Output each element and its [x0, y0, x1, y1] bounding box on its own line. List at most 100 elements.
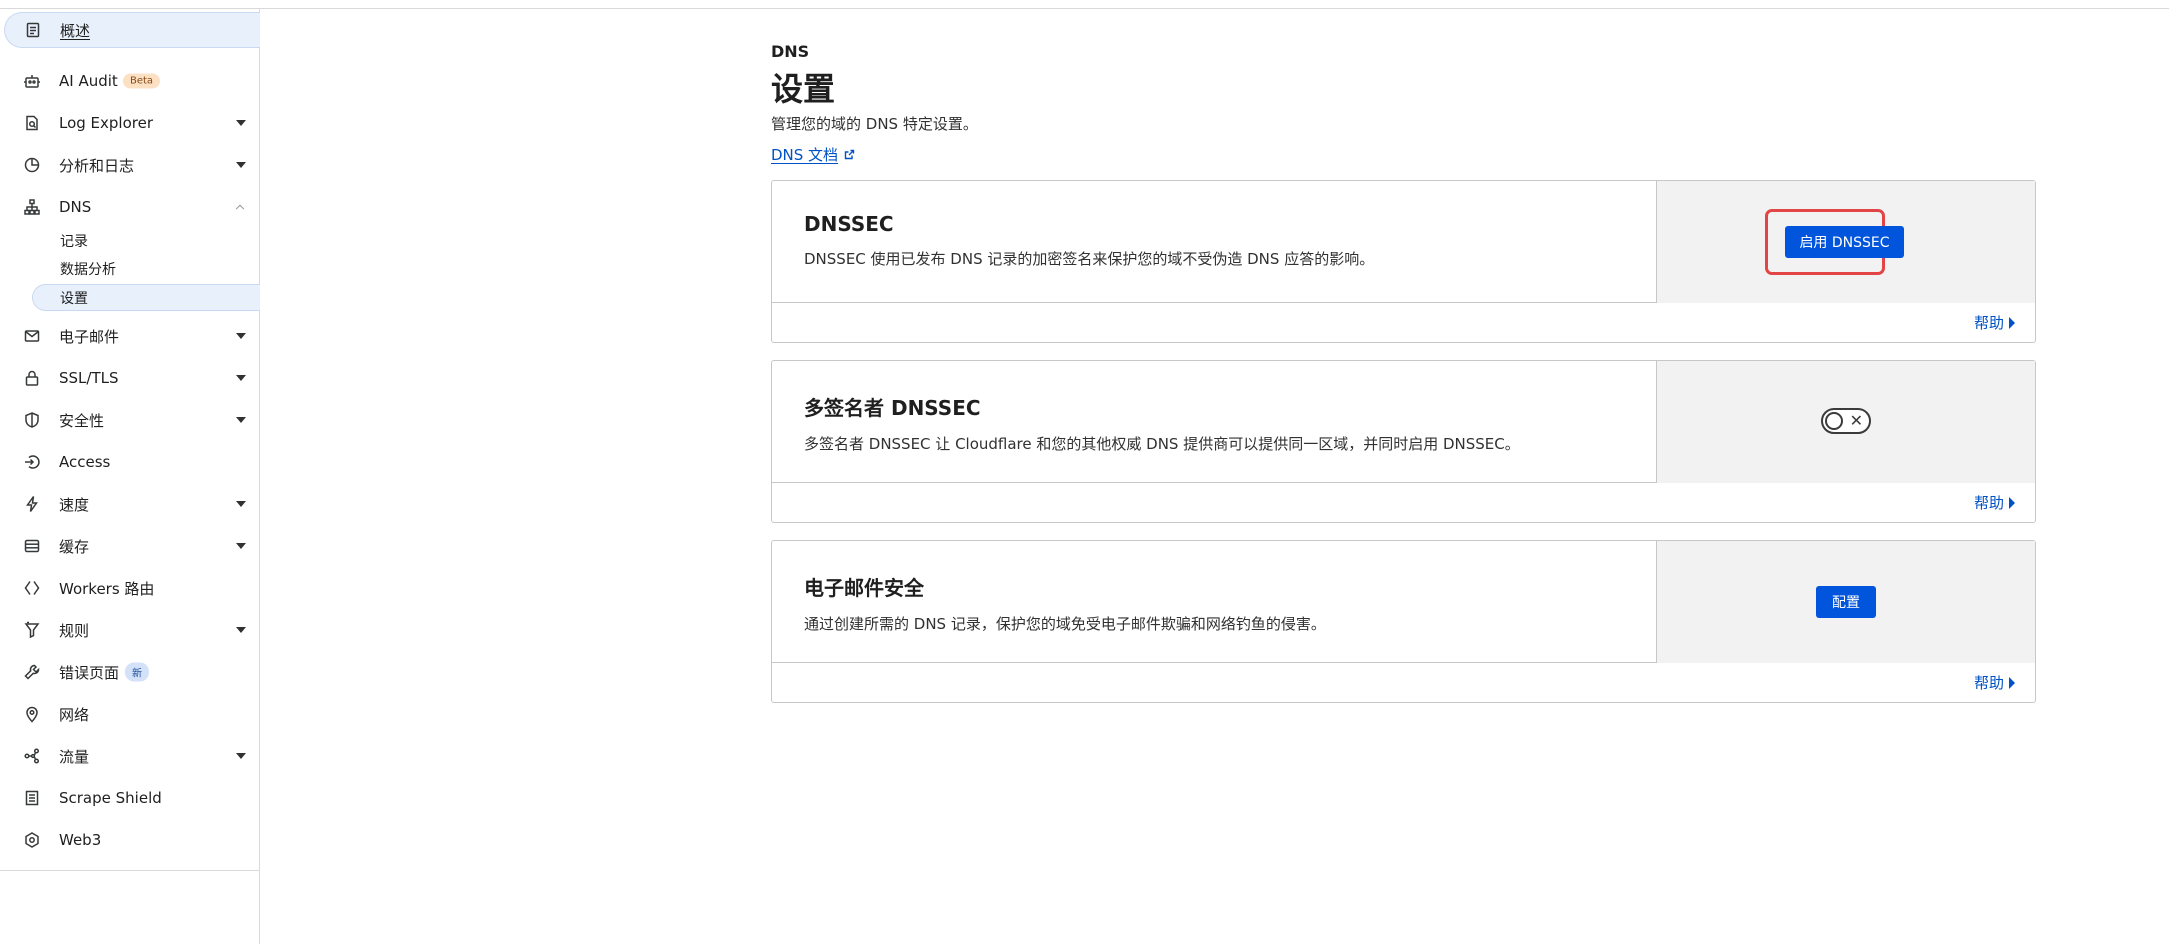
sidebar-item-label: Workers 路由 [59, 579, 155, 598]
sidebar-item-overview[interactable]: 概述 [4, 12, 260, 48]
card-title: 多签名者 DNSSEC [804, 396, 981, 420]
sidebar-item-traffic[interactable]: 流量 [0, 738, 260, 774]
help-link[interactable]: 帮助 [1974, 312, 2015, 333]
dnssec-card: DNSSEC DNSSEC 使用已发布 DNS 记录的加密签名来保护您的域不受伪… [771, 180, 2036, 343]
chevron-down-icon [236, 417, 246, 423]
sidebar-item-ai-audit[interactable]: AI Audit Beta [0, 63, 260, 99]
lock-icon [23, 369, 41, 387]
clipboard-icon [24, 21, 42, 39]
location-pin-icon [23, 705, 41, 723]
multi-signer-toggle[interactable]: ✕ [1821, 408, 1871, 434]
sidebar-item-label: Scrape Shield [59, 789, 162, 807]
multi-signer-dnssec-card: 多签名者 DNSSEC 多签名者 DNSSEC 让 Cloudflare 和您的… [771, 360, 2036, 523]
sidebar-item-label: Access [59, 453, 111, 471]
sidebar-item-label: 电子邮件 [59, 327, 120, 346]
page-title: 设置 [771, 70, 836, 108]
main-content: DNS 设置 管理您的域的 DNS 特定设置。 DNS 文档 DNSSEC DN… [771, 0, 2036, 944]
dns-docs-link-label: DNS 文档 [771, 146, 839, 164]
chevron-down-icon [236, 375, 246, 381]
sidebar-item-log-explorer[interactable]: Log Explorer [0, 105, 260, 141]
help-link-label: 帮助 [1973, 314, 2004, 332]
sidebar-item-scrape-shield[interactable]: Scrape Shield [0, 780, 260, 816]
caret-right-icon [2009, 496, 2015, 509]
help-link[interactable]: 帮助 [1974, 672, 2015, 693]
beta-badge: Beta [123, 73, 161, 89]
wrench-icon [23, 663, 41, 681]
card-description: 通过创建所需的 DNS 记录，保护您的域免受电子邮件欺骗和网络钓鱼的侵害。 [804, 615, 1326, 633]
card-body: 电子邮件安全 通过创建所需的 DNS 记录，保护您的域免受电子邮件欺骗和网络钓鱼… [772, 541, 2035, 663]
sidebar-item-label: 缓存 [59, 537, 90, 556]
sidebar-item-label: 错误页面 [59, 663, 120, 682]
chevron-down-icon [236, 501, 246, 507]
sidebar-item-label: 分析和日志 [59, 156, 135, 175]
sidebar-item-label: 流量 [59, 747, 90, 766]
dns-docs-link[interactable]: DNS 文档 [771, 144, 855, 165]
sidebar-item-label: SSL/TLS [59, 369, 119, 387]
sidebar-item-network[interactable]: 网络 [0, 696, 260, 732]
sidebar-item-email[interactable]: 电子邮件 [0, 318, 260, 354]
sidebar-subitem-settings[interactable]: 设置 [32, 284, 260, 311]
card-title: 电子邮件安全 [804, 576, 924, 600]
sidebar-item-label: DNS [59, 198, 92, 216]
card-description: DNSSEC 使用已发布 DNS 记录的加密签名来保护您的域不受伪造 DNS 应… [804, 250, 1375, 268]
sidebar-item-analytics[interactable]: 分析和日志 [0, 147, 260, 183]
sidebar-item-security[interactable]: 安全性 [0, 402, 260, 438]
sidebar-item-speed[interactable]: 速度 [0, 486, 260, 522]
sidebar-item-error-pages[interactable]: 错误页面 新 [0, 654, 260, 690]
sidebar: 概述 AI Audit Beta Log Explorer 分析和日志 DNS … [0, 9, 260, 944]
access-icon [23, 453, 41, 471]
chevron-down-icon [236, 627, 246, 633]
sidebar-item-label: 规则 [59, 621, 90, 640]
sidebar-subitem-analytics[interactable]: 数据分析 [0, 255, 260, 282]
chevron-down-icon [236, 333, 246, 339]
network-icon [23, 198, 41, 216]
sidebar-item-label: 网络 [59, 705, 90, 724]
chevron-down-icon [236, 543, 246, 549]
sidebar-item-rules[interactable]: 规则 [0, 612, 260, 648]
mail-icon [23, 327, 41, 345]
card-action-panel: ✕ [1656, 361, 2035, 483]
page-icon [23, 789, 41, 807]
shield-icon [23, 411, 41, 429]
chevron-up-icon [235, 204, 245, 214]
page-description: 管理您的域的 DNS 特定设置。 [771, 115, 978, 133]
help-link-label: 帮助 [1973, 674, 2004, 692]
chevron-down-icon [236, 162, 246, 168]
card-action-panel: 启用 DNSSEC [1656, 181, 2035, 303]
help-link-label: 帮助 [1973, 494, 2004, 512]
enable-dnssec-button[interactable]: 启用 DNSSEC [1785, 226, 1904, 258]
robot-icon [23, 72, 41, 90]
sidebar-item-cache[interactable]: 缓存 [0, 528, 260, 564]
sidebar-item-dns[interactable]: DNS [0, 189, 260, 225]
pie-chart-icon [23, 156, 41, 174]
sidebar-item-label: 安全性 [59, 411, 105, 430]
configure-button[interactable]: 配置 [1816, 586, 1876, 618]
help-link[interactable]: 帮助 [1974, 492, 2015, 513]
document-search-icon [23, 114, 41, 132]
card-description: 多签名者 DNSSEC 让 Cloudflare 和您的其他权威 DNS 提供商… [804, 435, 1520, 453]
chevron-down-icon [236, 753, 246, 759]
sidebar-item-ssl-tls[interactable]: SSL/TLS [0, 360, 260, 396]
sidebar-subitem-records[interactable]: 记录 [0, 227, 260, 254]
sidebar-item-label: AI Audit [59, 72, 118, 90]
sidebar-subitem-label: 数据分析 [60, 261, 116, 278]
sidebar-item-web3[interactable]: Web3 [0, 822, 260, 858]
email-security-card: 电子邮件安全 通过创建所需的 DNS 记录，保护您的域免受电子邮件欺骗和网络钓鱼… [771, 540, 2036, 703]
new-badge: 新 [125, 662, 149, 682]
sidebar-item-label: 速度 [59, 495, 90, 514]
web3-icon [23, 831, 41, 849]
sidebar-subitem-label: 设置 [60, 290, 88, 307]
chevron-down-icon [236, 120, 246, 126]
card-title: DNSSEC [804, 212, 894, 236]
share-icon [23, 747, 41, 765]
sidebar-divider [0, 870, 260, 871]
toggle-knob [1825, 412, 1843, 430]
sidebar-item-workers-routes[interactable]: Workers 路由 [0, 570, 260, 606]
external-link-icon [844, 149, 855, 160]
workers-icon [23, 579, 41, 597]
card-body: 多签名者 DNSSEC 多签名者 DNSSEC 让 Cloudflare 和您的… [772, 361, 2035, 483]
caret-right-icon [2009, 316, 2015, 329]
breadcrumb: DNS [771, 42, 810, 61]
sidebar-item-label: 概述 [60, 21, 91, 40]
sidebar-item-access[interactable]: Access [0, 444, 260, 480]
